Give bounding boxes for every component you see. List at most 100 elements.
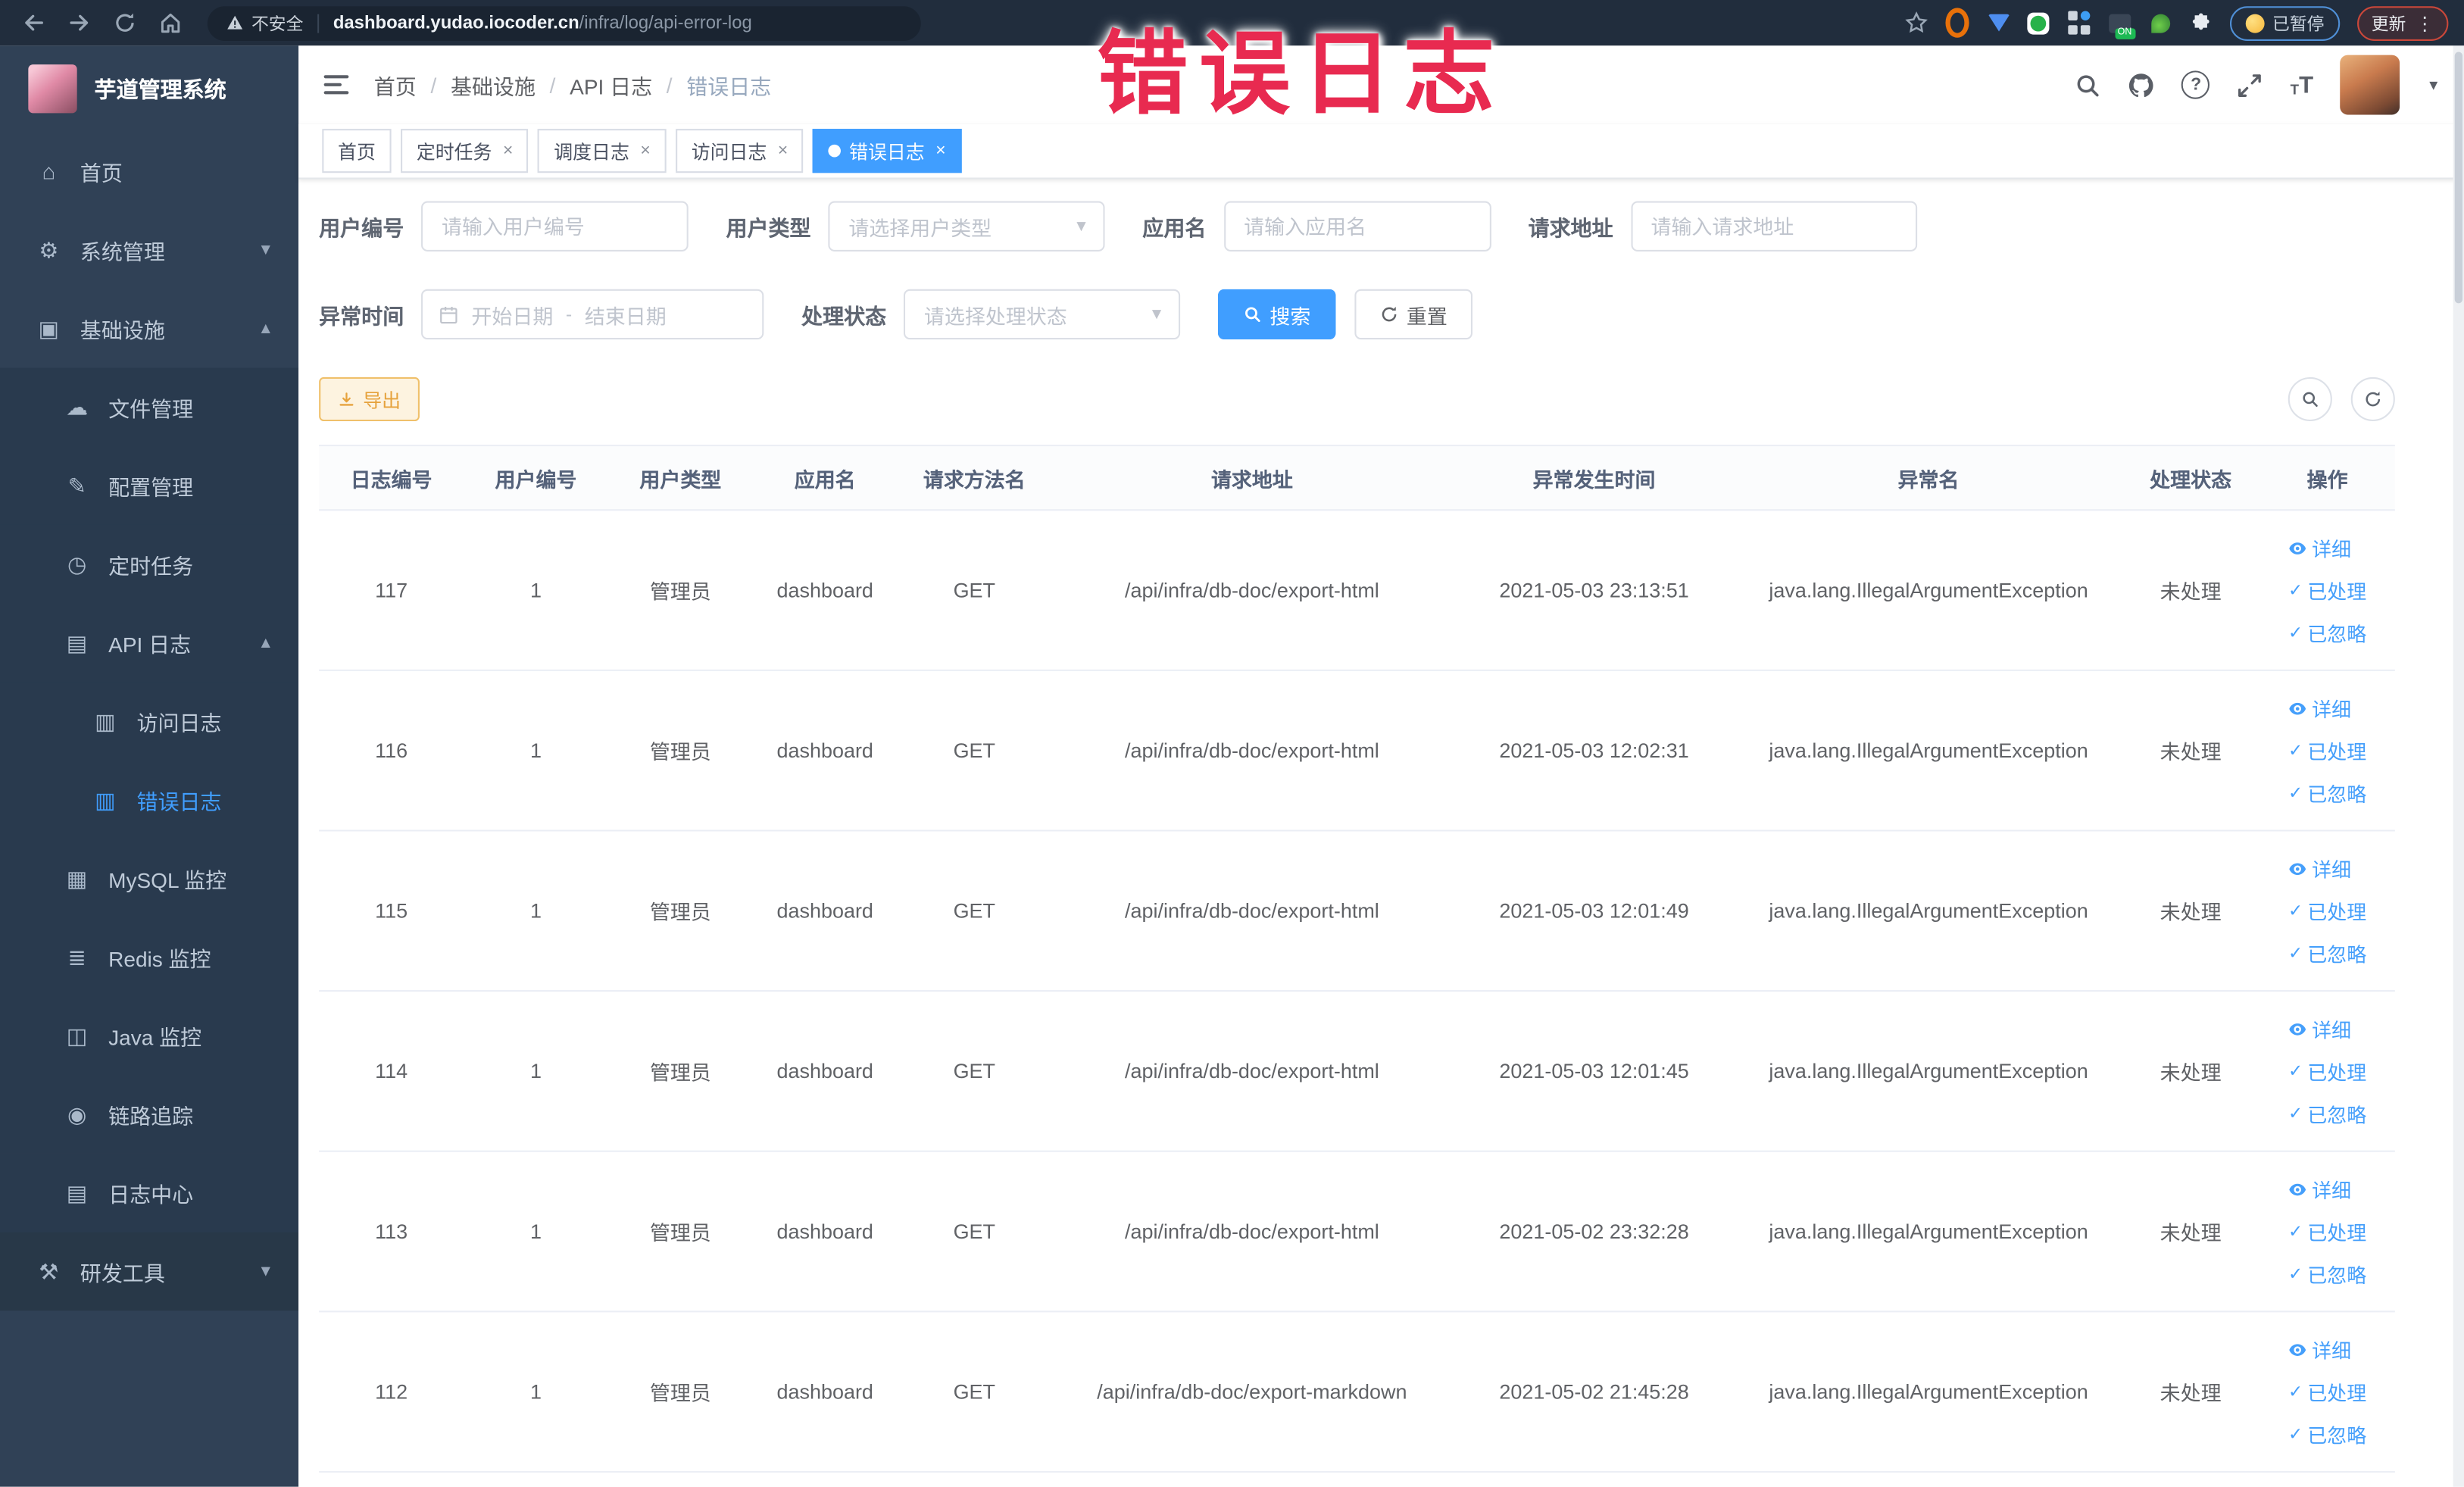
action-已处理[interactable]: ✓ 已处理 — [2288, 575, 2366, 604]
sidebar-item-home[interactable]: ⌂ 首页 — [0, 132, 298, 211]
tab-错误日志[interactable]: 错误日志 × — [813, 129, 962, 173]
action-已忽略[interactable]: ✓ 已忽略 — [2288, 1098, 2366, 1128]
extension-on-badge-icon[interactable]: ON — [2107, 11, 2135, 39]
action-详细[interactable]: 详细 — [2288, 533, 2351, 562]
layers-icon: ≣ — [67, 943, 86, 970]
browser-menu-icon[interactable]: ⋮ — [2416, 12, 2434, 34]
breadcrumb-item[interactable]: API 日志 — [570, 69, 652, 100]
eye-icon — [2289, 862, 2306, 875]
tab-调度日志[interactable]: 调度日志 × — [538, 129, 667, 173]
cell-actions: 详细 ✓ 已处理 ✓ 已忽略 — [2259, 854, 2394, 968]
action-已处理[interactable]: ✓ 已处理 — [2288, 1217, 2366, 1246]
export-button[interactable]: 导出 — [319, 376, 420, 422]
font-size-icon[interactable]: TT — [2291, 73, 2313, 96]
user-type-select[interactable]: 请选择用户类型 ▼ — [828, 201, 1105, 251]
action-已处理[interactable]: ✓ 已处理 — [2288, 1376, 2366, 1406]
tab-访问日志[interactable]: 访问日志 × — [675, 129, 804, 173]
check-icon: ✓ — [2288, 1265, 2303, 1285]
sidebar-item-infra[interactable]: ▣ 基础设施 ▲ — [0, 289, 298, 368]
extension-orange-icon[interactable] — [1945, 8, 1969, 38]
hamburger-menu-icon[interactable] — [322, 70, 350, 98]
user-avatar[interactable] — [2340, 55, 2400, 115]
cell-time: 2021-05-02 21:45:28 — [1499, 1379, 1689, 1404]
calendar-icon — [440, 305, 458, 323]
sidebar-item-scheduled-job[interactable]: ◷ 定时任务 — [0, 524, 299, 604]
request-url-input[interactable] — [1630, 201, 1917, 251]
paused-badge[interactable]: 已暂停 — [2229, 5, 2341, 40]
reset-button[interactable]: 重置 — [1354, 289, 1473, 340]
action-已忽略[interactable]: ✓ 已忽略 — [2288, 1259, 2366, 1289]
search-button[interactable]: 搜索 — [1217, 289, 1336, 340]
tab-定时任务[interactable]: 定时任务 × — [401, 129, 529, 173]
breadcrumb-item[interactable]: 首页 — [374, 69, 417, 100]
close-icon[interactable]: × — [503, 142, 513, 161]
browser-reload-button[interactable] — [111, 10, 136, 35]
browser-back-button[interactable] — [20, 10, 45, 35]
sidebar-item-file-manage[interactable]: ☁ 文件管理 — [0, 367, 299, 447]
browser-home-button[interactable] — [157, 10, 182, 35]
cell-actions: 详细 ✓ 已处理 ✓ 已忽略 — [2259, 1014, 2394, 1128]
breadcrumb-item[interactable]: 基础设施 — [451, 69, 536, 100]
action-详细[interactable]: 详细 — [2288, 1014, 2351, 1043]
action-已处理[interactable]: ✓ 已处理 — [2288, 896, 2366, 926]
action-详细[interactable]: 详细 — [2288, 1174, 2351, 1204]
sidebar-item-config-manage[interactable]: ✎ 配置管理 — [0, 446, 299, 525]
github-icon[interactable] — [2128, 71, 2155, 98]
action-详细[interactable]: 详细 — [2288, 854, 2351, 883]
check-icon: ✓ — [2288, 623, 2303, 643]
sidebar-item-log-center[interactable]: ▤ 日志中心 — [0, 1153, 299, 1232]
extensions-puzzle-icon[interactable] — [2189, 11, 2213, 35]
bookmark-star-icon[interactable] — [1905, 11, 1928, 35]
user-id-input[interactable] — [421, 201, 689, 251]
cell-time: 2021-05-03 12:02:31 — [1499, 739, 1689, 763]
column-header: 应用名 — [794, 467, 856, 492]
refresh-button[interactable] — [2350, 376, 2395, 422]
action-已忽略[interactable]: ✓ 已忽略 — [2288, 939, 2366, 968]
action-详细[interactable]: 详细 — [2288, 693, 2351, 723]
cell-actions: 详细 ✓ 已处理 ✓ 已忽略 — [2259, 1174, 2394, 1289]
cell-url: /api/infra/db-doc/export-html — [1124, 739, 1379, 763]
chevron-down-icon[interactable]: ▼ — [2426, 77, 2441, 93]
hide-search-button[interactable] — [2288, 376, 2332, 422]
sidebar-item-access-log[interactable]: ▥ 访问日志 — [0, 682, 299, 761]
extension-green-icon[interactable] — [2027, 11, 2050, 34]
sidebar-item-mysql-monitor[interactable]: ▦ MySQL 监控 — [0, 839, 299, 918]
sidebar-item-system[interactable]: ⚙ 系统管理 ▼ — [0, 211, 298, 289]
action-已忽略[interactable]: ✓ 已忽略 — [2288, 1419, 2366, 1448]
sidebar-item-error-log[interactable]: ▥ 错误日志 — [0, 761, 299, 839]
page-scrollbar[interactable] — [2453, 45, 2464, 1487]
sidebar-item-api-log[interactable]: ▤ API 日志 ▲ — [0, 603, 299, 683]
process-status-select[interactable]: 请选择处理状态 ▼ — [903, 289, 1181, 340]
check-icon: ✓ — [2288, 784, 2303, 804]
check-icon: ✓ — [2288, 1425, 2303, 1445]
action-已处理[interactable]: ✓ 已处理 — [2288, 1056, 2366, 1086]
sidebar-item-dev-tools[interactable]: ⚒ 研发工具 ▼ — [0, 1232, 299, 1311]
cell-actions: 详细 ✓ 已处理 ✓ 已忽略 — [2259, 533, 2394, 647]
close-icon[interactable]: × — [640, 142, 650, 161]
fullscreen-icon[interactable] — [2237, 71, 2263, 98]
date-range-picker[interactable]: 开始日期 - 结束日期 — [421, 289, 764, 340]
sidebar-item-trace[interactable]: ◉ 链路追踪 — [0, 1075, 299, 1154]
sidebar-item-redis-monitor[interactable]: ≣ Redis 监控 — [0, 917, 299, 997]
action-已忽略[interactable]: ✓ 已忽略 — [2288, 617, 2366, 647]
extension-grid-icon[interactable] — [2066, 11, 2090, 35]
extension-shield-icon[interactable] — [1986, 11, 2010, 35]
tab-首页[interactable]: 首页 — [322, 129, 392, 173]
close-icon[interactable]: × — [935, 142, 945, 161]
app-name-input[interactable] — [1223, 201, 1491, 251]
extension-plant-icon[interactable] — [2148, 11, 2172, 35]
app-logo-row[interactable]: 芋道管理系统 — [0, 45, 298, 132]
cell-app: dashboard — [776, 578, 873, 602]
help-icon[interactable]: ? — [2181, 70, 2210, 99]
cell-user_id: 1 — [529, 578, 542, 602]
browser-forward-button[interactable] — [66, 10, 91, 35]
action-详细[interactable]: 详细 — [2288, 1334, 2351, 1364]
action-已忽略[interactable]: ✓ 已忽略 — [2288, 778, 2366, 808]
address-bar[interactable]: 不安全 dashboard.yudao.iocoder.cn/infra/log… — [207, 5, 921, 40]
update-badge[interactable]: 更新 ⋮ — [2357, 5, 2449, 40]
close-icon[interactable]: × — [778, 142, 788, 161]
search-icon[interactable] — [2075, 71, 2101, 98]
cell-status: 未处理 — [2160, 740, 2222, 764]
action-已处理[interactable]: ✓ 已处理 — [2288, 736, 2366, 765]
sidebar-item-java-monitor[interactable]: ◫ Java 监控 — [0, 996, 299, 1076]
